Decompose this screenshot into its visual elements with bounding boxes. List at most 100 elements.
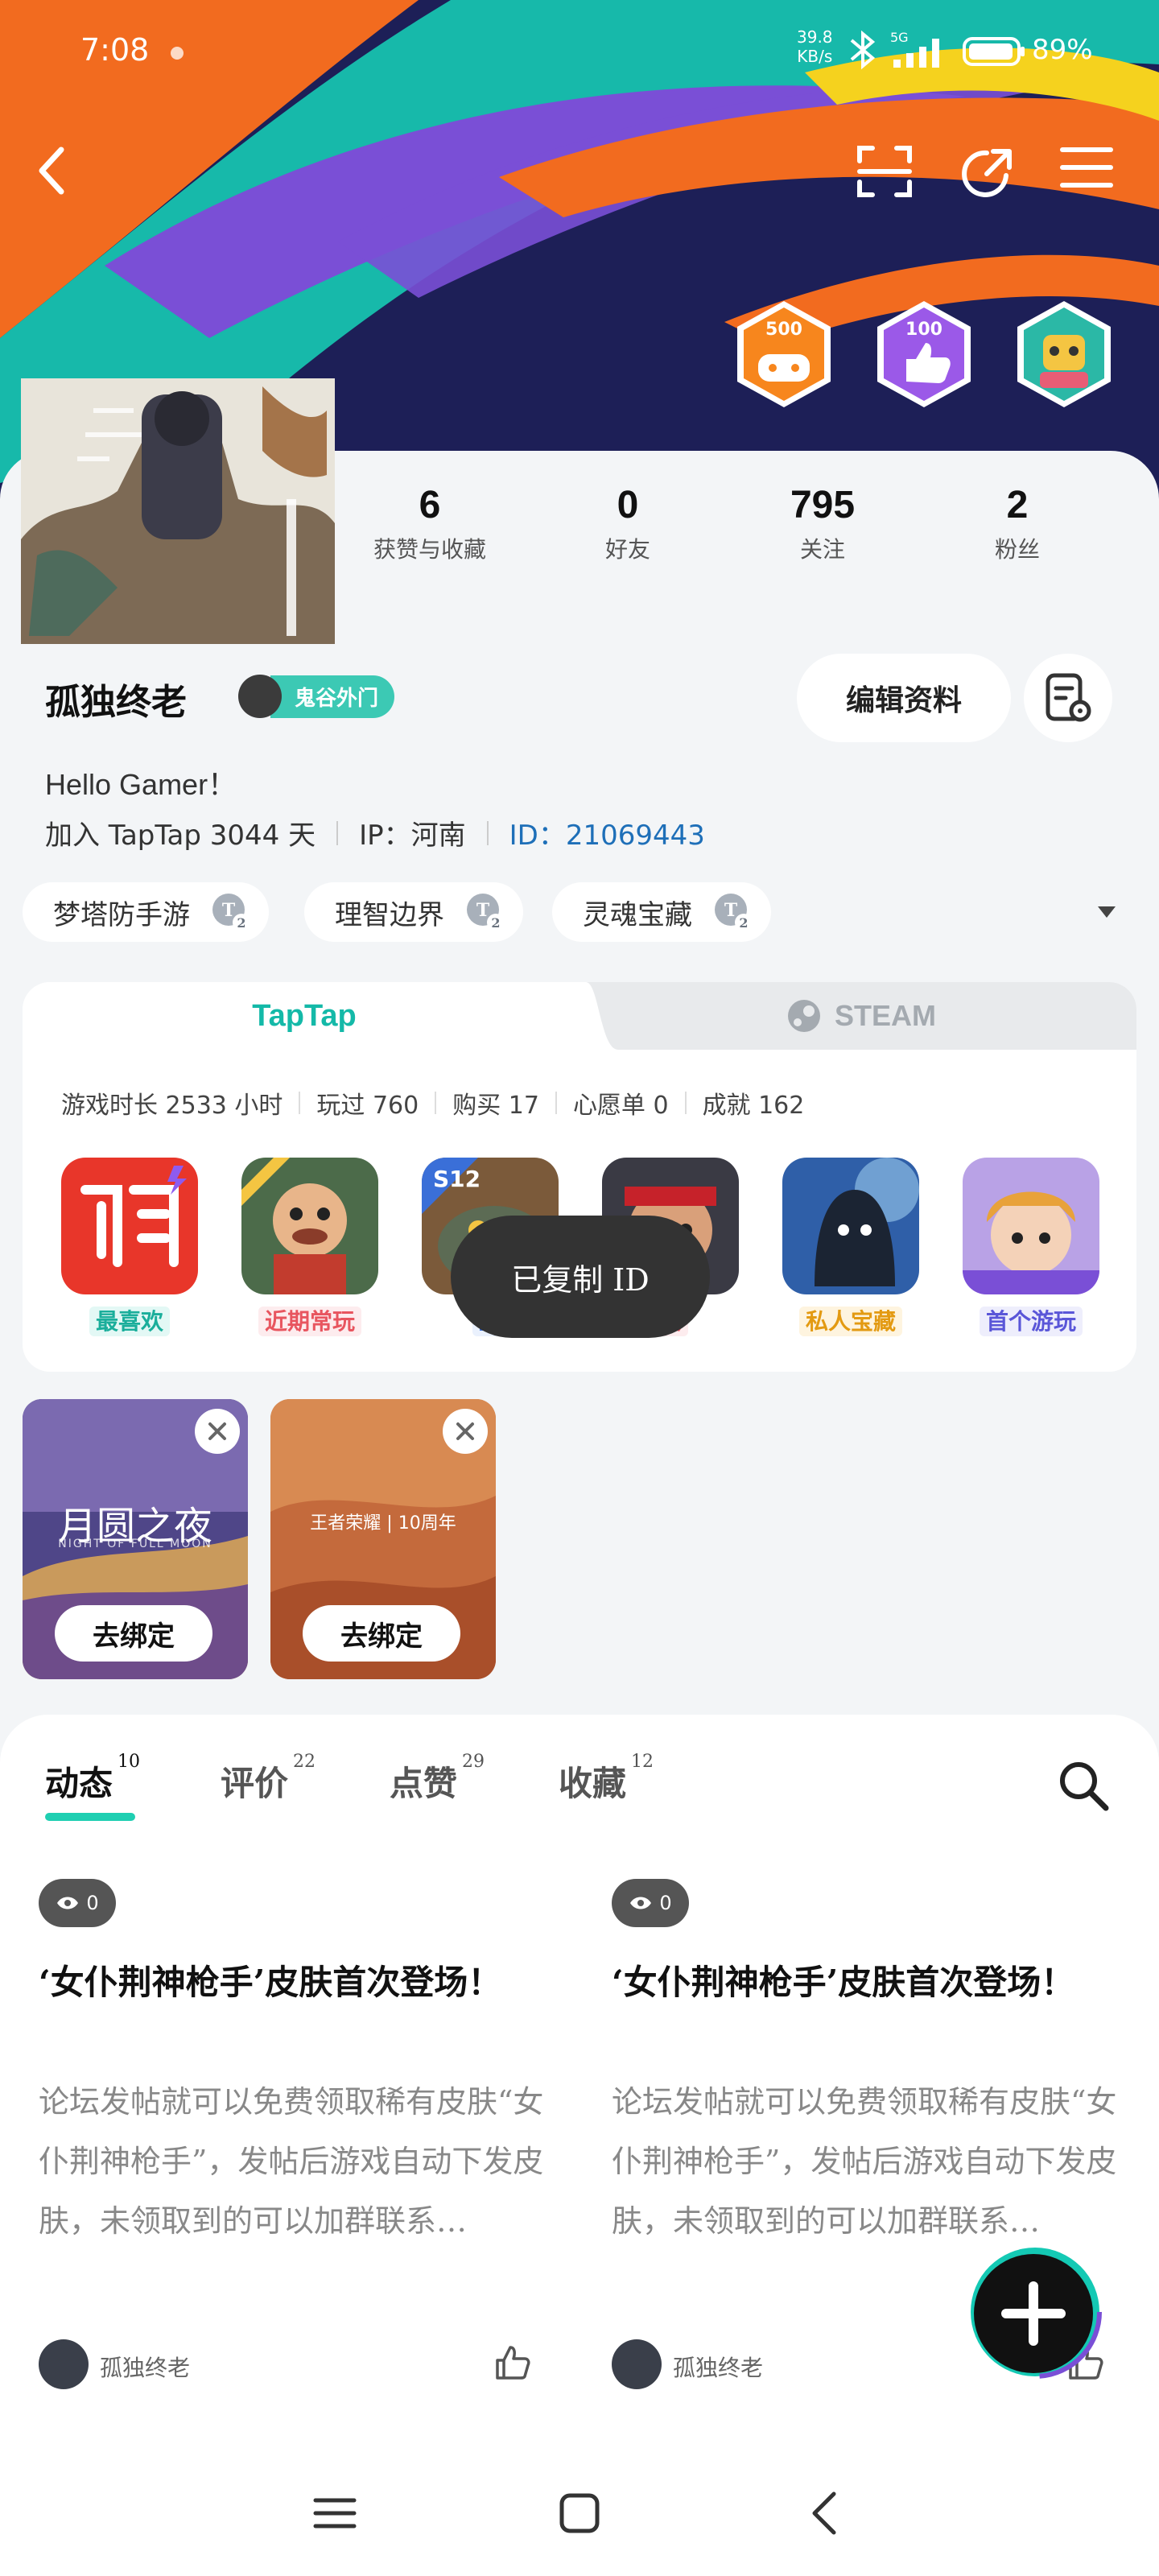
view-count: 0 (612, 1879, 689, 1927)
stat-followers[interactable]: 2 粉丝 (937, 483, 1098, 564)
game-icon-shawarma[interactable] (241, 1158, 378, 1294)
tab-count: 12 (631, 1752, 654, 1772)
game-tag: 首个游玩 (963, 1304, 1099, 1336)
back-arrow-icon (39, 147, 64, 195)
tab-count: 29 (462, 1752, 485, 1772)
user-bio: Hello Gamer！ (45, 768, 237, 801)
guild-badge[interactable]: 鬼谷外门 (238, 675, 395, 718)
status-bar: 7:08 39.8 KB/s 5G 89% (0, 0, 1159, 105)
net-speed-unit: KB/s (797, 47, 833, 66)
scan-icon (857, 146, 912, 197)
post-title: ‘女仆荆神枪手’皮肤首次登场！ (39, 1963, 502, 2002)
level-badge-icon: T 2 (715, 894, 753, 931)
game-icon-spirit[interactable] (782, 1158, 919, 1294)
like-icon[interactable] (493, 2343, 533, 2383)
author-avatar[interactable] (39, 2339, 89, 2389)
tab-reviews[interactable]: 评价22 (221, 1752, 316, 1806)
svg-text:2: 2 (491, 915, 500, 931)
badge-value: 500 (765, 320, 802, 340)
close-button[interactable] (443, 1409, 488, 1454)
stat-value: 2 (1006, 484, 1029, 526)
user-avatar[interactable] (21, 378, 335, 644)
play-stat: 心愿单 0 (572, 1092, 669, 1120)
tab-steam-label: STEAM (835, 999, 936, 1032)
post-author[interactable]: 孤独终老 (100, 2351, 190, 2383)
recent-apps-button[interactable] (303, 2481, 367, 2545)
share-icon (962, 149, 1012, 197)
user-id[interactable]: ID：21069443 (509, 813, 705, 852)
user-id-label: ID： (509, 819, 566, 852)
notification-dot (171, 47, 184, 60)
tab-steam[interactable]: STEAM (586, 982, 1136, 1050)
view-count: 0 (39, 1879, 116, 1927)
author-avatar[interactable] (612, 2339, 662, 2389)
tab-label: 评价 (221, 1764, 289, 1803)
svg-text:T: T (724, 900, 738, 921)
play-stat: 玩过 760 (316, 1092, 419, 1120)
thumb-achievement-badge[interactable]: 100 (868, 298, 980, 411)
edit-profile-button[interactable]: 编辑资料 (797, 654, 1011, 742)
menu-button[interactable] (1059, 145, 1124, 209)
stat-label: 关注 (799, 536, 845, 563)
scan-button[interactable] (856, 145, 921, 209)
tab-count: 22 (293, 1752, 316, 1772)
game-chip-label: 理智边界 (335, 898, 444, 931)
stat-following[interactable]: 795 关注 (742, 483, 903, 564)
divider (336, 820, 339, 845)
game-chip[interactable]: 理智边界 T 2 (304, 882, 523, 942)
profile-settings-button[interactable] (1024, 654, 1112, 742)
game-chip-label: 梦塔防手游 (53, 898, 190, 931)
bind-button[interactable]: 去绑定 (303, 1605, 460, 1662)
game-icon-wendao[interactable] (61, 1158, 198, 1294)
tab-moments[interactable]: 动态10 (45, 1752, 140, 1806)
network-type: 5G (890, 30, 909, 45)
game-icon-girl[interactable] (963, 1158, 1099, 1294)
play-stat: 成就 162 (702, 1092, 805, 1120)
view-count-value: 0 (659, 1892, 672, 1914)
svg-text:2: 2 (237, 915, 245, 931)
system-back-button[interactable] (792, 2481, 856, 2545)
create-post-button[interactable] (966, 2243, 1104, 2381)
home-button[interactable] (547, 2481, 612, 2545)
user-id-value: 21069443 (565, 819, 705, 852)
stat-label: 好友 (604, 536, 650, 563)
tab-favorites[interactable]: 收藏12 (559, 1752, 654, 1806)
tab-label: 点赞 (390, 1764, 458, 1803)
divider (435, 1092, 437, 1114)
level-badge-icon: T 2 (212, 894, 250, 931)
stat-value: 795 (790, 484, 856, 526)
bind-card-moon-night[interactable]: 月圆之夜 NIGHT OF FULL MOON 去绑定 (23, 1399, 248, 1679)
svg-text:2: 2 (739, 915, 748, 931)
stat-label: 获赞与收藏 (373, 536, 486, 563)
expand-chips-icon[interactable] (1096, 905, 1117, 919)
divider (486, 820, 489, 845)
game-tag-label: 近期常玩 (258, 1307, 361, 1336)
gamepad-achievement-badge[interactable]: 500 (728, 298, 840, 411)
bind-card-honor-of-kings[interactable]: 王者荣耀 | 10周年 去绑定 (270, 1399, 496, 1679)
user-name: 孤独终老 (45, 682, 187, 723)
game-tag-label: 私人宝藏 (798, 1307, 902, 1336)
bind-button[interactable]: 去绑定 (55, 1605, 212, 1662)
tab-taptap[interactable]: TapTap (23, 982, 586, 1050)
stat-value: 6 (419, 484, 441, 526)
battery-icon (963, 37, 1025, 66)
level-badge-icon: T 2 (467, 894, 505, 931)
post-author[interactable]: 孤独终老 (673, 2351, 763, 2383)
stat-likes[interactable]: 6 获赞与收藏 (349, 483, 510, 564)
tab-likes[interactable]: 点赞29 (390, 1752, 485, 1806)
net-speed: 39.8 KB/s (797, 27, 833, 66)
back-button[interactable] (35, 145, 100, 209)
close-icon (208, 1422, 226, 1440)
search-icon[interactable] (1056, 1758, 1112, 1814)
svg-text:S12: S12 (433, 1166, 481, 1192)
post-card[interactable]: 0 ‘女仆荆神枪手’皮肤首次登场！ 论坛发帖就可以免费领取稀有皮肤“女仆荆神枪手… (11, 1850, 575, 2413)
share-button[interactable] (958, 145, 1022, 209)
game-chip[interactable]: 梦塔防手游 T 2 (23, 882, 269, 942)
stat-label: 粉丝 (994, 536, 1040, 563)
close-button[interactable] (195, 1409, 240, 1454)
robot-achievement-badge[interactable] (1008, 298, 1120, 411)
game-chip[interactable]: 灵魂宝藏 T 2 (552, 882, 771, 942)
net-speed-value: 39.8 (797, 27, 833, 47)
system-nav-bar (0, 2439, 1159, 2576)
stat-friends[interactable]: 0 好友 (547, 483, 708, 564)
